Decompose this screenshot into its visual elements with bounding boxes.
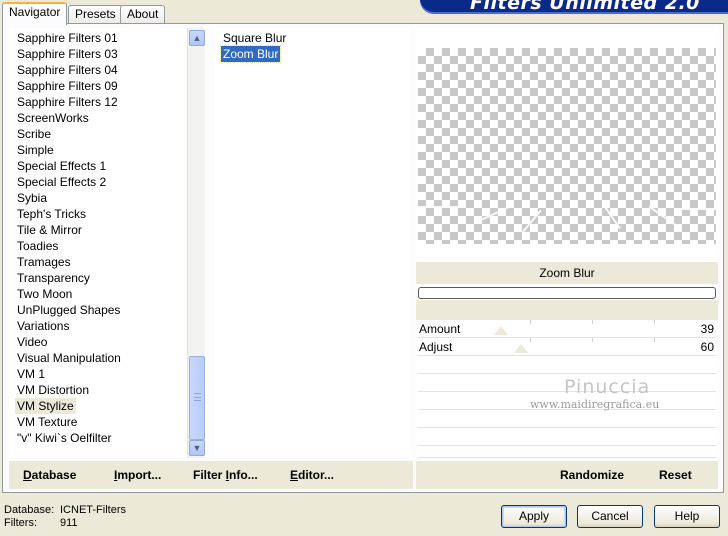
status-label: Filters: — [4, 517, 37, 529]
param-value: 60 — [700, 340, 714, 354]
category-item[interactable]: Special Effects 2 — [15, 174, 108, 190]
status-value: 911 — [60, 517, 78, 529]
help-button[interactable]: Help — [654, 505, 720, 528]
preview-pane: Zoom Blur Amount 39 Adjust 60 Pinuccia w… — [416, 28, 718, 458]
param-adjust[interactable]: Adjust 60 — [418, 338, 716, 356]
category-item[interactable]: Variations — [15, 318, 71, 334]
cancel-button[interactable]: Cancel — [577, 505, 643, 528]
filter-item[interactable]: Zoom Blur — [219, 45, 282, 63]
param-amount[interactable]: Amount 39 — [418, 320, 716, 338]
category-item[interactable]: Teph's Tricks — [15, 206, 88, 222]
scroll-thumb[interactable] — [189, 356, 205, 440]
preview-action-bar: Randomize Reset — [416, 461, 718, 489]
category-item[interactable]: Sapphire Filters 09 — [15, 78, 120, 94]
status-label: Database: — [4, 504, 55, 516]
category-item[interactable]: Visual Manipulation — [15, 350, 123, 366]
param-label: Adjust — [419, 340, 453, 354]
watermark-url: www.maidiregrafica.eu — [530, 398, 660, 411]
category-item[interactable]: Simple — [15, 142, 56, 158]
category-item[interactable]: Tramages — [15, 254, 73, 270]
category-item[interactable]: Video — [15, 334, 49, 350]
tab-presets[interactable]: Presets — [68, 5, 123, 24]
category-item[interactable]: ScreenWorks — [15, 110, 91, 126]
adjust-slider-knob[interactable] — [514, 344, 529, 353]
status-value: ICNET-Filters — [60, 504, 126, 516]
database-button[interactable]: Database — [23, 468, 76, 482]
tab-navigator[interactable]: Navigator — [2, 2, 68, 25]
banner-title: Filters Unlimited 2.0 — [470, 0, 700, 14]
category-item[interactable]: Sapphire Filters 12 — [15, 94, 120, 110]
scroll-up-button[interactable]: ▲ — [189, 30, 205, 46]
param-empty — [418, 410, 716, 428]
app-banner: Filters Unlimited 2.0 — [420, 0, 728, 14]
category-item[interactable]: Scribe — [15, 126, 53, 142]
filter-item[interactable]: Square Blur — [221, 30, 288, 46]
param-empty — [418, 446, 716, 458]
category-item[interactable]: Sapphire Filters 04 — [15, 62, 120, 78]
tab-about[interactable]: About — [120, 5, 166, 24]
category-item[interactable]: Toadies — [15, 238, 60, 254]
status-filters: Filters: 911 — [4, 517, 78, 529]
category-item[interactable]: VM Texture — [15, 414, 79, 430]
editor-button[interactable]: Editor... — [290, 468, 334, 482]
category-item[interactable]: VM Distortion — [15, 382, 91, 398]
category-item[interactable]: Tile & Mirror — [15, 222, 84, 238]
param-empty — [418, 428, 716, 446]
category-item[interactable]: UnPlugged Shapes — [15, 302, 122, 318]
category-item[interactable]: Sapphire Filters 03 — [15, 46, 120, 62]
category-item[interactable]: Two Moon — [15, 286, 74, 302]
category-item[interactable]: Sybia — [15, 190, 49, 206]
filter-title: Zoom Blur — [416, 262, 718, 284]
amount-slider-knob[interactable] — [493, 326, 508, 335]
progress-bar — [418, 287, 716, 299]
param-value: 39 — [700, 322, 714, 336]
navigator-panel: Sapphire Filters 01 Sapphire Filters 03 Sa… — [2, 23, 724, 493]
category-item[interactable]: Sapphire Filters 01 — [15, 30, 120, 46]
filter-list[interactable]: Square Blur Zoom Blur — [215, 28, 411, 458]
category-item[interactable]: Transparency — [15, 270, 92, 286]
import-button[interactable]: Import... — [114, 468, 161, 482]
category-item[interactable]: VM Stylize — [15, 398, 76, 414]
param-empty — [418, 356, 716, 374]
category-item[interactable]: VM 1 — [15, 366, 47, 382]
category-item[interactable]: Special Effects 1 — [15, 158, 108, 174]
reset-button[interactable]: Reset — [659, 468, 692, 482]
status-database: Database: ICNET-Filters — [4, 504, 126, 516]
param-label: Amount — [419, 322, 461, 336]
category-item[interactable]: "v" Kiwi`s Oelfilter — [15, 430, 114, 446]
watermark-name: Pinuccia — [564, 376, 651, 398]
randomize-button[interactable]: Randomize — [560, 468, 624, 482]
scroll-down-button[interactable]: ▼ — [189, 440, 205, 456]
navigator-action-bar: Database Import... Filter Info... Editor… — [9, 461, 413, 489]
filter-info-button[interactable]: Filter Info... — [193, 468, 258, 482]
category-list[interactable]: Sapphire Filters 01 Sapphire Filters 03 Sa… — [9, 28, 207, 458]
watermark: Pinuccia www.maidiregrafica.eu — [530, 376, 728, 411]
category-scrollbar[interactable]: ▲ ▼ — [187, 28, 205, 458]
preview-image[interactable] — [418, 48, 716, 244]
apply-button[interactable]: Apply — [501, 505, 567, 528]
